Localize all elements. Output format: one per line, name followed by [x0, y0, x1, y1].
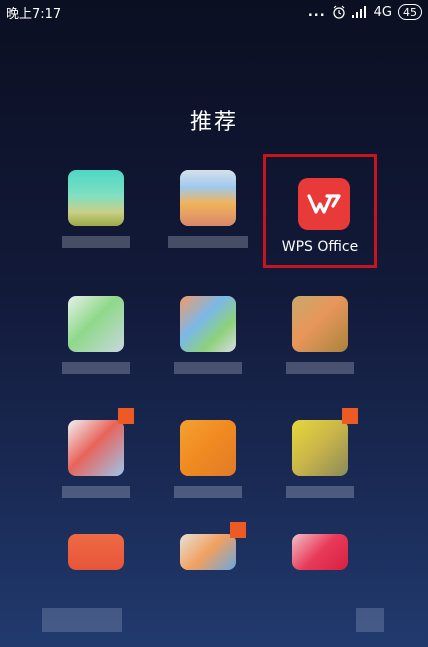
app-tile[interactable] [280, 296, 360, 406]
blurred-app-icon [68, 170, 124, 226]
blurred-app-label [174, 362, 242, 374]
notification-badge [342, 408, 358, 424]
blurred-app-icon [180, 296, 236, 352]
network-type: 4G [373, 4, 392, 20]
more-dots-icon: ... [307, 4, 326, 20]
blurred-app-label [286, 362, 354, 374]
alarm-icon [332, 5, 345, 19]
blurred-app-icon [68, 534, 124, 570]
blurred-app-label [62, 362, 130, 374]
blurred-app-icon [292, 296, 348, 352]
blurred-app-label [168, 236, 248, 248]
app-tile[interactable] [168, 296, 248, 406]
app-tile[interactable] [168, 420, 248, 530]
app-tile[interactable] [280, 408, 360, 530]
blurred-app-icon [180, 534, 236, 570]
blurred-app-label [62, 486, 130, 498]
blurred-app-icon [180, 420, 236, 476]
blurred-app-label [62, 236, 130, 248]
app-tile[interactable] [56, 296, 136, 406]
blurred-app-icon [180, 170, 236, 226]
wps-office-icon[interactable] [298, 178, 350, 230]
blurred-app-label [174, 486, 242, 498]
battery-level: 45 [403, 5, 417, 19]
status-time: 晚上7:17 [6, 6, 62, 22]
app-tile[interactable] [168, 170, 248, 280]
app-tile[interactable] [56, 170, 136, 280]
notification-badge [230, 522, 246, 538]
blurred-app-icon [68, 296, 124, 352]
signal-icon [351, 6, 366, 18]
status-right: ... 4G 45 [308, 4, 422, 20]
dock-blurred-item [42, 608, 122, 632]
app-tile[interactable] [168, 522, 248, 644]
section-title: 推荐 [189, 110, 238, 135]
notification-badge [118, 408, 134, 424]
app-tile[interactable] [56, 408, 136, 530]
blurred-app-icon [292, 420, 348, 476]
dock-blurred-item [356, 608, 384, 632]
blurred-app-label [286, 486, 354, 498]
status-bar: 晚上7:17 ... 4G 45 [0, 0, 428, 24]
battery-icon: 45 [398, 4, 422, 20]
status-left: 晚上7:17 [6, 3, 61, 22]
app-tile[interactable] [280, 534, 360, 644]
wps-office-label[interactable]: WPS Office [263, 239, 377, 255]
blurred-app-icon [68, 420, 124, 476]
blurred-app-icon [292, 534, 348, 570]
wps-logo-icon [307, 194, 341, 214]
